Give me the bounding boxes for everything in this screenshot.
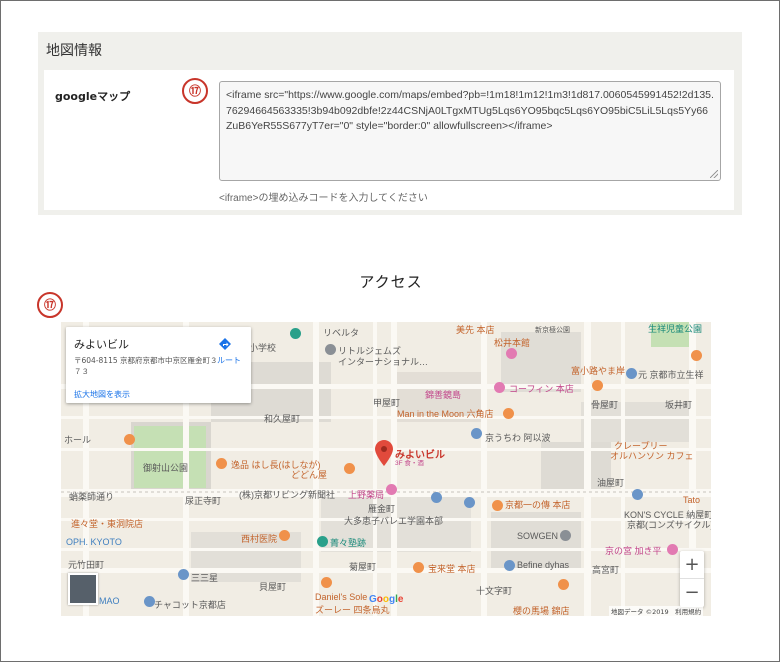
restaurant-poi-icon[interactable] [279,530,290,541]
enlarge-map-link[interactable]: 拡大地図を表示 [74,389,130,400]
map-label-wakuyacho: 和久屋町 [264,414,301,424]
restaurant-poi-icon[interactable] [691,350,702,361]
shopping-poi-icon[interactable] [667,544,678,555]
annotation-badge-17-access: ⑰ [37,292,63,318]
shopping-poi-icon[interactable] [386,484,397,495]
map-label-seiseijuku: 菁々塾跡 [330,538,367,548]
restaurant-poi-icon[interactable] [592,380,603,391]
zoom-control: + − [680,551,704,607]
google-logo: Google [369,594,404,605]
map-label-tonachio: 進々堂・東洞院店 [71,519,144,529]
map-label-jorenji: 尿正寺町 [185,496,222,506]
restaurant-poi-icon[interactable] [124,434,135,445]
restaurant-poi-icon[interactable] [492,500,503,511]
map-label-kyototeiichi: 京都一の傳 本店 [505,500,571,510]
map-label-shinkyo: 新京極公園 [535,327,570,334]
restaurant-poi-icon[interactable] [344,463,355,474]
map-label-sowgen: SOWGEN [517,531,559,541]
marker-sublabel: 3F 食・酒 [395,460,424,467]
map-label-motochiku: 元竹田町 [68,560,105,570]
location-pin-icon[interactable] [375,440,393,466]
shopping-poi-icon[interactable] [506,348,517,359]
map-label-motokyoto: 元 京都市立生祥 [638,370,704,380]
embed-code-textarea[interactable]: <iframe src="https://www.google.com/maps… [219,81,721,181]
map-label-dodonya: どどん屋 [291,470,328,480]
school-poi-icon[interactable] [325,344,336,355]
map-label-kourumachi: 甲屋町 [373,398,401,408]
landmark-poi-icon[interactable] [144,596,155,607]
map-label-sanokai: 三三星 [191,573,219,583]
restaurant-poi-icon[interactable] [321,577,332,588]
satellite-toggle-thumbnail[interactable] [68,573,98,605]
map-info-title: 地図情報 [46,43,102,59]
map-label-ueno: 上野薬局 [348,490,385,500]
map-label-mao: MAO [99,596,120,606]
restaurant-poi-icon[interactable] [558,579,569,590]
map-label-tominokoji: 富小路やま岸 [571,366,626,376]
landmark-poi-icon[interactable] [431,492,442,503]
map-label-tato: Tato [683,495,701,505]
shopping-poi-icon[interactable] [494,382,505,393]
landmark-poi-icon[interactable] [632,489,643,500]
map-label-homeho: 宝来堂 本店 [428,564,476,574]
map-label-maninthemoon: Man in the Moon 六角店 [397,409,494,419]
zoom-in-button[interactable]: + [680,551,704,579]
landmark-poi-icon[interactable] [626,368,637,379]
restaurant-poi-icon[interactable] [503,408,514,419]
map-label-hall: ホール [64,435,92,445]
map-label-befine: Befine dyhas [517,560,570,570]
map-label-kyouchiwa: 京うちわ 阿以波 [485,433,551,443]
map-label-nishikinozen: 錦善鏡島 [425,390,462,400]
map-label-oyafuku: 大多恵子バレエ学園本部 [344,516,444,526]
place-info-card: みよいビル 〒604-8115 京都府京都市中京区雁金町３７３ 拡大地図を表示 … [66,327,251,403]
map-label-ribeta: リベルタ [323,328,360,338]
place-name: みよいビル [74,338,129,351]
annotation-badge-17: ⑰ [182,78,208,104]
map-label-daniels: Daniel's Sole [315,592,368,602]
map-label-gozaimarukouen: 御射山公園 [143,463,189,473]
map-label-aburayacho: 油屋町 [597,478,625,488]
embedded-google-map[interactable]: リベルタ 美先 本店 新京極公園 生祥児童公園 小学校 リトルジェムズ インター… [61,322,711,616]
embed-code-hint: <iframe>の埋め込みコードを入力してください [219,193,428,204]
map-label-international: インターナショナル… [338,357,429,367]
zoom-out-button[interactable]: − [680,579,704,606]
map-label-kyonomiya: 京の宮 加き平 [605,546,662,556]
map-label-orhonsu: オルハンソン カフェ [610,451,694,461]
google-map-field-label: googleマップ [55,90,131,103]
restaurant-poi-icon[interactable] [216,458,227,469]
textarea-resize-handle[interactable] [710,170,718,178]
page-frame: 地図情報 googleマップ ⑰ <iframe src="https://ww… [0,0,780,662]
landmark-poi-icon[interactable] [464,497,475,508]
place-address: 〒604-8115 京都府京都市中京区雁金町３７３ [74,356,218,376]
map-label-honejicho: 骨屋町 [591,400,619,410]
landmark-poi-icon[interactable] [178,569,189,580]
map-label-kaiyacho: 貝屋町 [259,582,287,592]
place-poi-icon[interactable] [560,530,571,541]
restaurant-poi-icon[interactable] [413,562,424,573]
landmark-poi-icon[interactable] [504,560,515,571]
map-label-takamiyacho: 高宮町 [592,565,620,575]
museum-poi-icon[interactable] [290,328,301,339]
map-label-wakuya: 蛸薬師通り [69,492,115,502]
museum-poi-icon[interactable] [317,536,328,547]
map-label-sakuranobaba: 櫻の馬場 錦店 [513,606,570,616]
embed-code-text: <iframe src="https://www.google.com/maps… [226,89,714,132]
map-label-kyoto-ophth: OPH. KYOTO [66,537,122,547]
directions-label[interactable]: ルート [217,355,241,366]
map-label-shoushi: (株)京都リビング新聞社 [239,490,335,500]
map-label-coffee: コーフィン 本店 [509,384,574,394]
map-label-kikuyacho: 菊屋町 [349,562,377,572]
map-label-gakko: 小学校 [249,343,277,353]
map-label-jumonjicho: 十文字町 [476,586,513,596]
map-label-konscycle2: 京都(コンズサイクル) [627,520,711,530]
map-label-bichu: 美先 本店 [456,325,495,335]
map-label-sakaicho: 坂井町 [665,400,693,410]
map-label-chacho: チャコット京都店 [154,600,226,610]
map-label-seigi: 生祥児童公園 [648,324,703,334]
map-label-nishimura: 西村医院 [241,534,278,544]
map-attribution[interactable]: 地図データ ©2019 利用規約 [609,606,704,616]
landmark-poi-icon[interactable] [471,428,482,439]
access-heading: アクセス [359,273,423,291]
